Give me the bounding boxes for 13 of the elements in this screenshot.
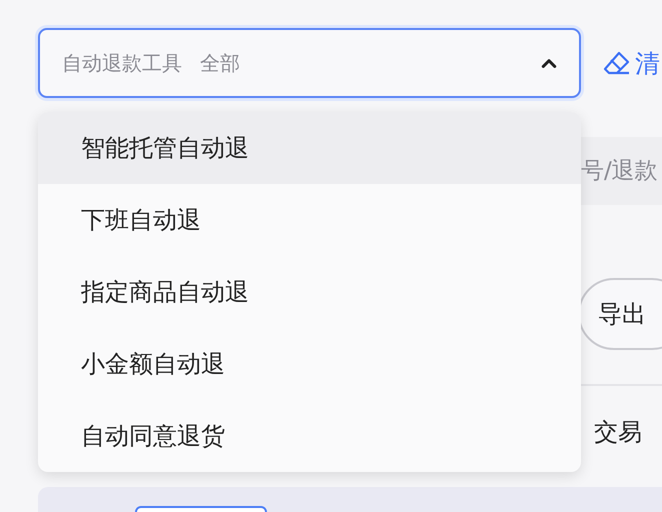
dropdown-option[interactable]: 下班自动退 (38, 184, 581, 256)
clear-button[interactable]: 清 (603, 46, 660, 80)
chevron-icon (541, 57, 557, 69)
dropdown-option[interactable]: 指定商品自动退 (38, 256, 581, 328)
dropdown-option[interactable]: 小金额自动退 (38, 328, 581, 400)
select-value: 全部 (200, 50, 240, 76)
dropdown-option[interactable]: 智能托管自动退 (38, 112, 581, 184)
dropdown-option[interactable]: 自动同意退货 (38, 400, 581, 472)
eraser-icon (603, 50, 631, 76)
export-button[interactable]: 导出 (578, 278, 662, 350)
search-field[interactable]: 号/退款 (581, 137, 662, 205)
column-header: 交易 (594, 418, 642, 446)
select-label: 自动退款工具 (62, 50, 182, 76)
